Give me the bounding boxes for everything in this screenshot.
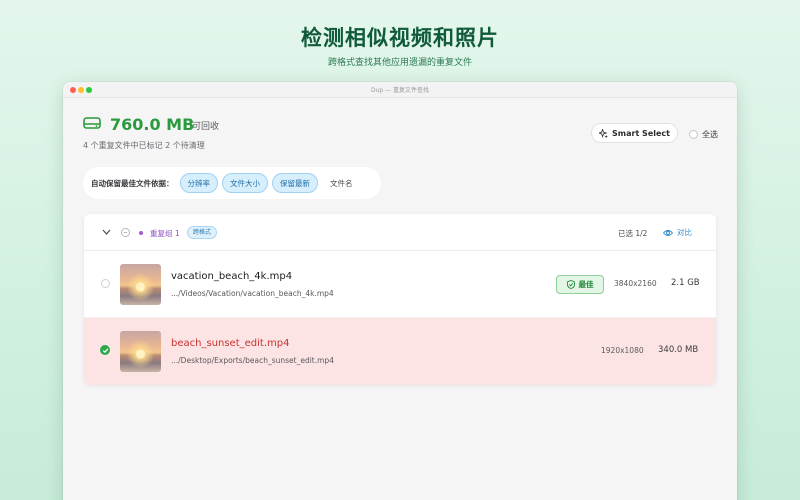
duplicate-group-card: – 重复组 1 跨格式 已选 1/2 对比 vacation_beach_4k.… <box>84 214 716 385</box>
select-all-toggle[interactable]: 全选 <box>689 129 718 140</box>
file-select-checkbox[interactable] <box>100 345 110 355</box>
title-bar: Dup — 重复文件查找 <box>63 82 737 98</box>
criteria-chip-resolution[interactable]: 分辨率 <box>179 173 218 193</box>
file-name: vacation_beach_4k.mp4 <box>171 271 293 282</box>
criteria-chip-keep-newest[interactable]: 保留最新 <box>272 173 318 193</box>
reclaimable-size: 760.0 MB <box>110 115 195 134</box>
sparkles-icon <box>599 128 608 138</box>
compare-button[interactable]: 对比 <box>663 227 692 238</box>
selected-count: 已选 1/2 <box>618 229 648 238</box>
checkmark-icon <box>102 347 108 353</box>
file-resolution: 3840x2160 <box>614 279 657 288</box>
smart-select-label: Smart Select <box>612 128 670 138</box>
hero-subtitle: 跨格式查找其他应用遗漏的重复文件 <box>327 58 472 68</box>
criteria-chip-file-name[interactable]: 文件名 <box>322 173 361 193</box>
group-color-dot <box>139 231 143 235</box>
app-window: Dup — 重复文件查找 760.0 MB 可回收 4 个重复文件中已标记 2 … <box>63 82 737 500</box>
file-path: .../Videos/Vacation/vacation_beach_4k.mp… <box>171 289 334 298</box>
criteria-chip-file-size[interactable]: 文件大小 <box>222 173 268 193</box>
group-name: 重复组 1 <box>150 229 180 238</box>
video-thumbnail[interactable] <box>120 264 161 305</box>
compare-label: 对比 <box>677 228 692 237</box>
keep-best-criteria-bar: 自动保留最佳文件依据： 分辨率 文件大小 保留最新 文件名 <box>83 167 381 199</box>
file-name: beach_sunset_edit.mp4 <box>171 338 290 349</box>
file-row[interactable]: vacation_beach_4k.mp4 .../Videos/Vacatio… <box>84 251 716 318</box>
reclaimable-label: 可回收 <box>192 122 220 132</box>
duplicate-summary: 4 个重复文件中已标记 2 个待清理 <box>83 141 205 150</box>
best-file-badge: 最佳 <box>556 275 604 294</box>
hero-title: 检测相似视频和照片 <box>301 26 499 50</box>
hard-drive-icon <box>83 117 101 129</box>
file-size: 340.0 MB <box>658 345 699 355</box>
file-size: 2.1 GB <box>671 278 700 288</box>
file-row-selected[interactable]: beach_sunset_edit.mp4 .../Desktop/Export… <box>84 318 716 385</box>
select-all-label: 全选 <box>702 130 718 139</box>
eye-icon <box>663 229 673 236</box>
file-resolution: 1920x1080 <box>601 346 644 355</box>
select-all-radio[interactable] <box>689 130 698 139</box>
file-select-radio[interactable] <box>101 279 110 288</box>
window-title: Dup — 重复文件查找 <box>370 87 430 94</box>
cross-format-badge: 跨格式 <box>187 226 218 239</box>
shield-check-icon <box>566 280 575 289</box>
collapse-group-button[interactable]: – <box>121 228 130 237</box>
file-path: .../Desktop/Exports/beach_sunset_edit.mp… <box>171 356 334 365</box>
group-header: – 重复组 1 跨格式 已选 1/2 对比 <box>84 214 716 251</box>
keep-best-label: 自动保留最佳文件依据： <box>91 178 174 188</box>
best-label: 最佳 <box>578 280 594 289</box>
video-thumbnail[interactable] <box>120 331 161 372</box>
chevron-down-icon[interactable] <box>102 228 111 236</box>
smart-select-button[interactable]: Smart Select <box>591 123 678 143</box>
